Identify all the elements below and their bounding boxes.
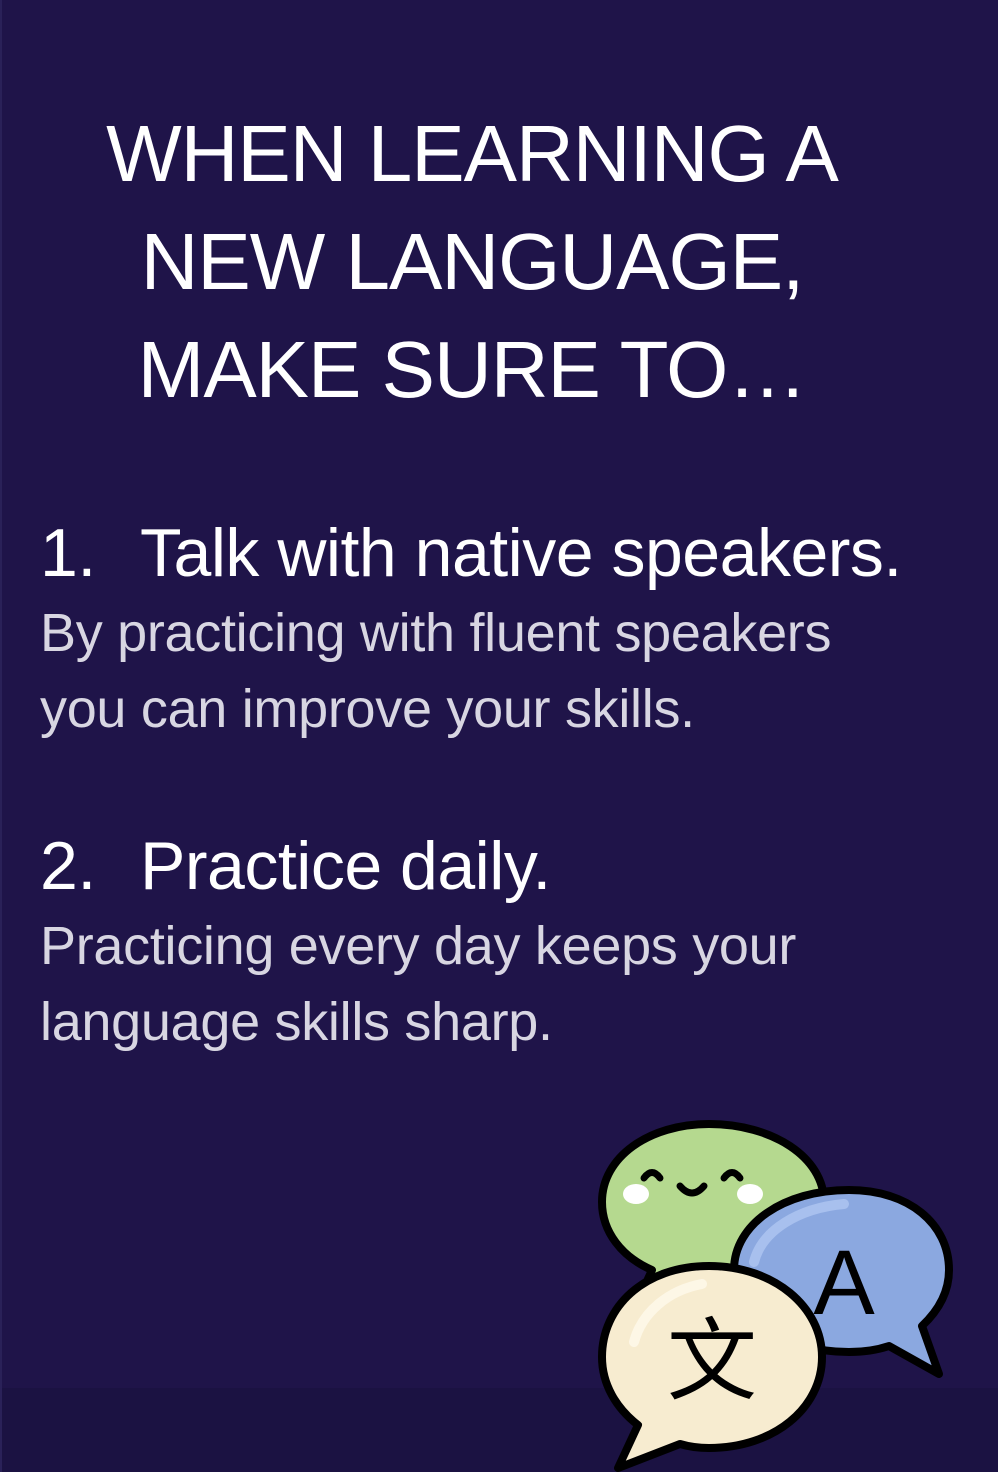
tip-heading: 2. Practice daily. xyxy=(40,826,980,906)
tip-heading-text: Practice daily. xyxy=(140,828,551,904)
tip-number: 1. xyxy=(40,515,96,591)
title-line-1: WHEN LEARNING A xyxy=(106,109,839,198)
page-title: WHEN LEARNING A NEW LANGUAGE, MAKE SURE … xyxy=(22,100,922,424)
tip-description-line-1: By practicing with fluent speakers xyxy=(40,603,832,663)
tip-description: By practicing with fluent speakers you c… xyxy=(40,595,980,747)
tip-description: Practicing every day keeps your language… xyxy=(40,908,980,1060)
tip-item-1: 1. Talk with native speakers. By practici… xyxy=(40,513,980,747)
cream-speech-bubble-icon: 文 xyxy=(598,1262,826,1472)
letter-a-glyph: A xyxy=(813,1232,875,1334)
tip-number: 2. xyxy=(40,828,96,904)
infographic-page: WHEN LEARNING A NEW LANGUAGE, MAKE SURE … xyxy=(0,0,998,1472)
tip-item-2: 2. Practice daily. Practicing every day k… xyxy=(40,826,980,1060)
title-line-2: NEW LANGUAGE, xyxy=(140,217,805,306)
language-chat-bubbles-icon: A 文 xyxy=(598,1120,953,1472)
tip-heading: 1. Talk with native speakers. xyxy=(40,513,980,593)
tip-description-line-2: you can improve your skills. xyxy=(40,679,695,739)
tip-description-line-2: language skills sharp. xyxy=(40,992,553,1052)
tip-description-line-1: Practicing every day keeps your xyxy=(40,916,797,976)
chinese-character-glyph: 文 xyxy=(667,1309,757,1414)
tip-heading-text: Talk with native speakers. xyxy=(140,515,902,591)
title-line-3: MAKE SURE TO… xyxy=(137,325,808,414)
